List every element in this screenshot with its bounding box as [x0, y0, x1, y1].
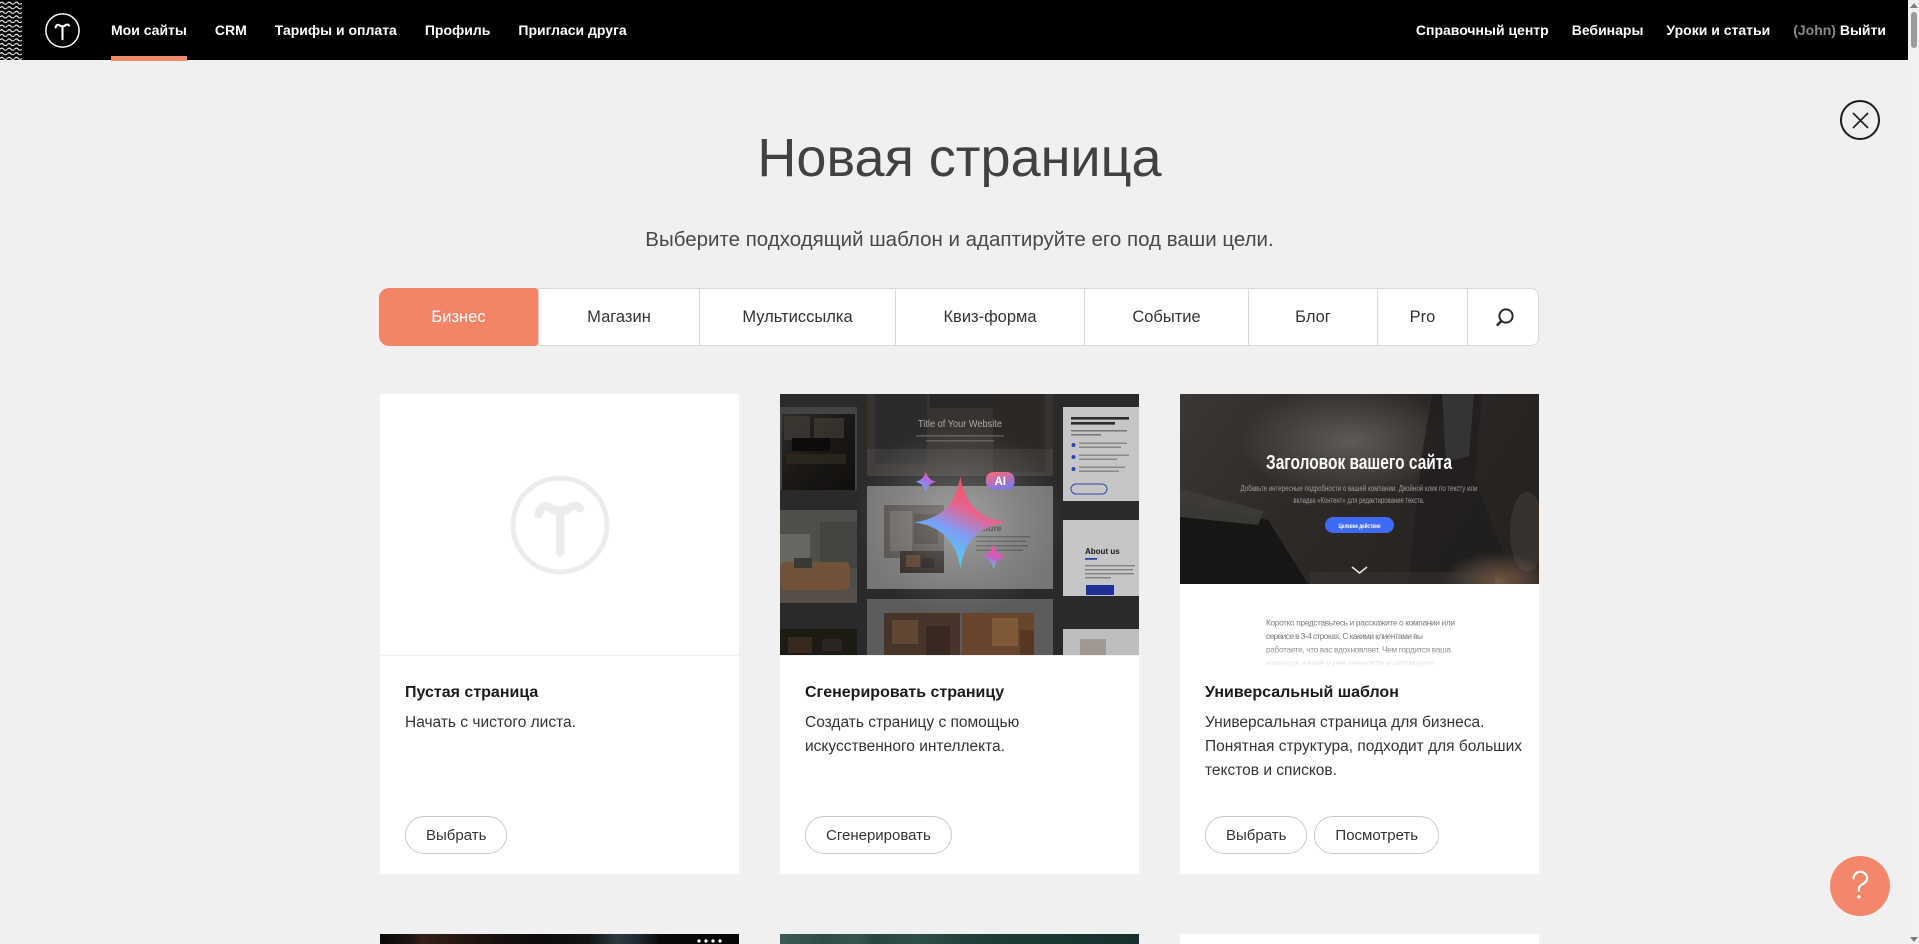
- svg-text:вкладка «Контент» для редактир: вкладка «Контент» для редактирования тек…: [1294, 496, 1425, 505]
- svg-text:AI: AI: [994, 476, 1006, 488]
- svg-text:Коротко представьтесь и расска: Коротко представьтесь и расскажите о ком…: [1266, 618, 1455, 628]
- svg-text:Целевое действие: Целевое действие: [1339, 523, 1382, 530]
- svg-text:Заголовок вашего сайта: Заголовок вашего сайта: [1266, 452, 1453, 474]
- svg-text:Добавьте интересные подробност: Добавьте интересные подробности о вашей …: [1241, 484, 1478, 493]
- svg-text:сервисе в 3-4 строках. С каким: сервисе в 3-4 строках. С какими клиентам…: [1266, 631, 1423, 641]
